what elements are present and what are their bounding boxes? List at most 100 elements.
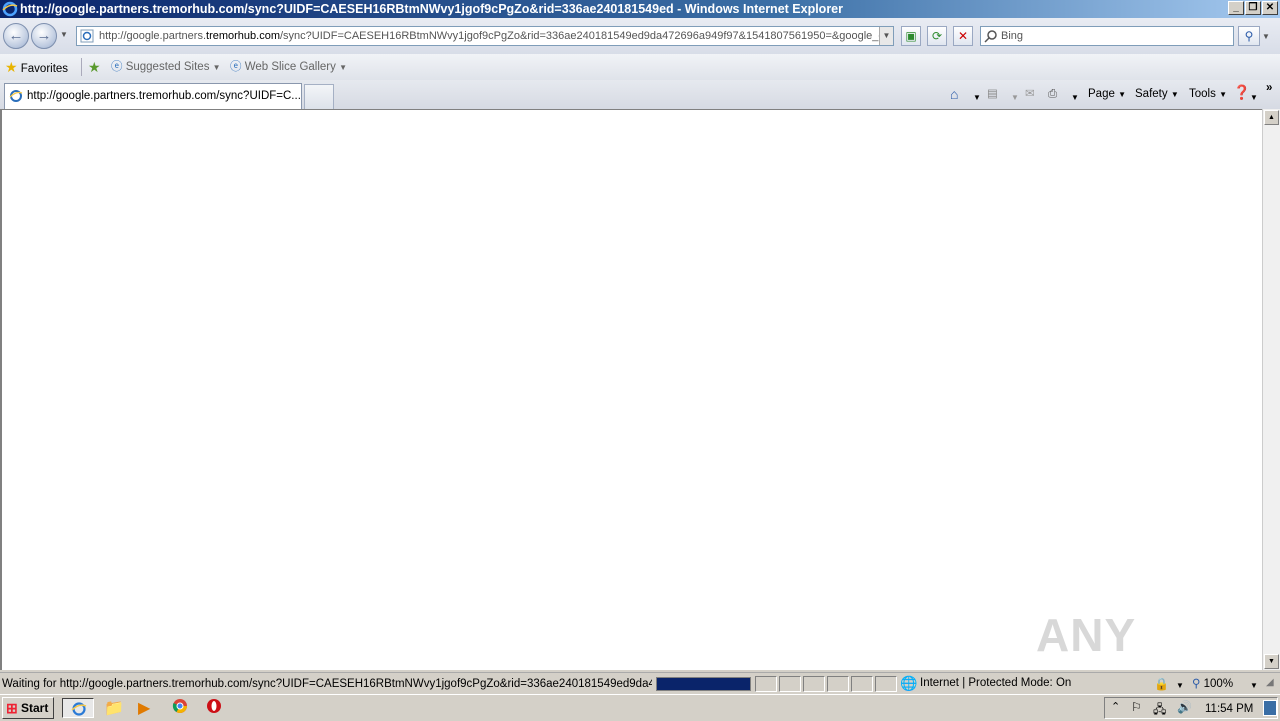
vertical-scrollbar[interactable]: ▲ ▼ bbox=[1262, 109, 1280, 670]
security-zone-label: Internet | Protected Mode: On bbox=[920, 677, 1072, 689]
favorites-bar: ★ Favorites ★ ⓔ Suggested Sites ▼ ⓔ Web … bbox=[0, 54, 1280, 80]
suggested-sites-link[interactable]: ⓔ Suggested Sites ▼ bbox=[111, 59, 221, 76]
anyrun-watermark: ANY RUN bbox=[1036, 609, 1138, 715]
progress-fill bbox=[657, 678, 750, 690]
resize-grip-icon[interactable]: ◢ bbox=[1266, 677, 1274, 688]
clock[interactable]: 11:54 PM bbox=[1205, 701, 1253, 717]
chrome-icon[interactable] bbox=[172, 698, 192, 718]
forward-arrow-icon: → bbox=[36, 27, 52, 44]
search-provider-icon bbox=[984, 30, 997, 43]
tools-menu[interactable]: Tools ▼ bbox=[1189, 86, 1227, 103]
page-content[interactable] bbox=[0, 109, 1262, 670]
new-tab-button[interactable] bbox=[304, 84, 334, 109]
zoom-control[interactable]: ⚲ 100% bbox=[1192, 676, 1233, 692]
status-text: Waiting for http://google.partners.tremo… bbox=[2, 678, 652, 690]
window-titlebar: http://google.partners.tremorhub.com/syn… bbox=[0, 0, 1280, 18]
favbar-divider bbox=[81, 58, 82, 76]
status-panel bbox=[851, 676, 873, 692]
favorites-star-icon: ★ bbox=[5, 59, 18, 75]
chevron-down-icon: ▼ bbox=[1219, 90, 1227, 99]
system-tray: ⌃ ⚐ 🖧 🔊 11:54 PM bbox=[1104, 697, 1278, 719]
status-panel bbox=[755, 676, 777, 692]
forward-button[interactable]: → bbox=[31, 23, 57, 49]
minimize-button[interactable]: _ bbox=[1228, 1, 1244, 15]
zoom-magnifier-icon: ⚲ bbox=[1192, 678, 1201, 690]
ie-logo-icon bbox=[71, 702, 87, 716]
page-menu[interactable]: Page ▼ bbox=[1088, 86, 1126, 103]
refresh-icon[interactable]: ⟳ bbox=[927, 26, 947, 46]
chevron-down-icon: ▼ bbox=[1170, 90, 1179, 99]
status-panel bbox=[803, 676, 825, 692]
zoom-dropdown-icon[interactable]: ▼ bbox=[1250, 681, 1258, 690]
tab-ie-icon bbox=[9, 90, 23, 102]
show-hidden-icons-icon[interactable]: ⌃ bbox=[1111, 700, 1120, 713]
print-dropdown-icon[interactable]: ▼ bbox=[1071, 90, 1079, 106]
toolbar-overflow-icon[interactable]: » bbox=[1266, 80, 1272, 96]
feeds-dropdown-icon[interactable]: ▼ bbox=[1011, 90, 1019, 106]
web-slice-gallery-label: Web Slice Gallery bbox=[244, 61, 336, 73]
home-icon[interactable]: ⌂ bbox=[950, 86, 958, 102]
scroll-down-button[interactable]: ▼ bbox=[1264, 654, 1279, 669]
home-dropdown-icon[interactable]: ▼ bbox=[973, 90, 981, 106]
chevron-down-icon: ▼ bbox=[1118, 90, 1126, 99]
restore-button[interactable]: ❐ bbox=[1245, 1, 1261, 15]
start-button[interactable]: ⊞ Start bbox=[2, 697, 54, 719]
search-placeholder: Bing bbox=[1001, 30, 1024, 42]
volume-icon[interactable]: 🔊 bbox=[1177, 700, 1192, 714]
opera-icon[interactable] bbox=[206, 698, 226, 718]
explorer-folder-icon[interactable]: 📁 bbox=[104, 698, 124, 718]
taskbar-ie-button[interactable] bbox=[62, 698, 94, 718]
favorites-button[interactable]: ★ Favorites bbox=[5, 59, 68, 77]
navigation-bar: ← → ▼ http://google.partners.tremorhub.c… bbox=[0, 18, 1280, 54]
ie-logo-icon bbox=[2, 1, 18, 17]
help-dropdown-icon[interactable]: ▼ bbox=[1250, 90, 1258, 106]
tools-menu-label: Tools bbox=[1189, 88, 1216, 100]
close-window-button[interactable]: ✕ bbox=[1262, 1, 1278, 15]
safety-menu[interactable]: Safety ▼ bbox=[1135, 86, 1179, 103]
suggested-sites-label: Suggested Sites bbox=[125, 61, 210, 73]
status-panel bbox=[875, 676, 897, 692]
back-button[interactable]: ← bbox=[3, 23, 29, 49]
address-dropdown-button[interactable]: ▼ bbox=[879, 27, 893, 45]
feeds-icon[interactable]: ▤ bbox=[987, 86, 998, 102]
web-slice-ie-icon: ⓔ bbox=[230, 61, 242, 73]
recent-pages-dropdown-icon[interactable]: ▼ bbox=[60, 30, 68, 39]
read-mail-icon[interactable]: ✉ bbox=[1025, 86, 1035, 102]
suggested-sites-ie-icon: ⓔ bbox=[111, 61, 123, 73]
web-slice-gallery-link[interactable]: ⓔ Web Slice Gallery ▼ bbox=[230, 59, 347, 76]
url-rest: /sync?UIDF=CAESEH16RBtmNWvy1jgof9cPgZo&r… bbox=[280, 30, 884, 42]
zoom-level: 100% bbox=[1203, 678, 1234, 690]
protected-mode-lock-icon[interactable]: 🔒 bbox=[1154, 677, 1169, 691]
window-title: http://google.partners.tremorhub.com/syn… bbox=[20, 2, 843, 16]
action-center-flag-icon[interactable]: ⚐ bbox=[1131, 700, 1142, 714]
loading-progress-bar bbox=[656, 677, 751, 691]
page-ie-icon bbox=[80, 29, 94, 43]
print-icon[interactable]: ⎙ bbox=[1048, 86, 1057, 102]
tab-label: http://google.partners.tremorhub.com/syn… bbox=[27, 90, 301, 102]
security-zone[interactable]: 🌐 Internet | Protected Mode: On bbox=[898, 676, 1148, 692]
chevron-down-icon: ▼ bbox=[212, 63, 221, 72]
search-options-dropdown-icon[interactable]: ▼ bbox=[1262, 32, 1270, 41]
search-button[interactable]: ⚲ bbox=[1238, 26, 1260, 46]
show-desktop-button[interactable] bbox=[1263, 700, 1277, 716]
add-to-favorites-bar-icon[interactable]: ★ bbox=[88, 59, 101, 75]
url-prefix: http://google.partners. bbox=[99, 30, 207, 42]
page-menu-label: Page bbox=[1088, 88, 1115, 100]
chevron-down-icon: ▼ bbox=[339, 63, 348, 72]
search-input[interactable]: Bing bbox=[980, 26, 1234, 46]
url-domain: tremorhub.com bbox=[206, 30, 280, 42]
tab-active[interactable]: http://google.partners.tremorhub.com/syn… bbox=[4, 83, 302, 109]
windows-logo-icon: ⊞ bbox=[6, 700, 18, 716]
stop-icon[interactable]: ✕ bbox=[953, 26, 973, 46]
scroll-up-button[interactable]: ▲ bbox=[1264, 110, 1279, 125]
status-bar: Waiting for http://google.partners.tremo… bbox=[0, 672, 1280, 694]
help-icon[interactable]: ❓ bbox=[1233, 84, 1250, 100]
protected-mode-dropdown-icon[interactable]: ▼ bbox=[1176, 681, 1184, 690]
safety-menu-label: Safety bbox=[1135, 88, 1168, 100]
address-bar[interactable]: http://google.partners.tremorhub.com/syn… bbox=[76, 26, 894, 46]
network-icon[interactable]: 🖧 bbox=[1153, 700, 1166, 721]
compatibility-view-icon[interactable]: ▣ bbox=[901, 26, 921, 46]
media-player-icon[interactable]: ▶ bbox=[138, 698, 158, 718]
globe-icon: 🌐 bbox=[900, 675, 918, 691]
taskbar: ⊞ Start 📁 ▶ ⌃ ⚐ 🖧 🔊 11:54 PM bbox=[0, 694, 1280, 720]
